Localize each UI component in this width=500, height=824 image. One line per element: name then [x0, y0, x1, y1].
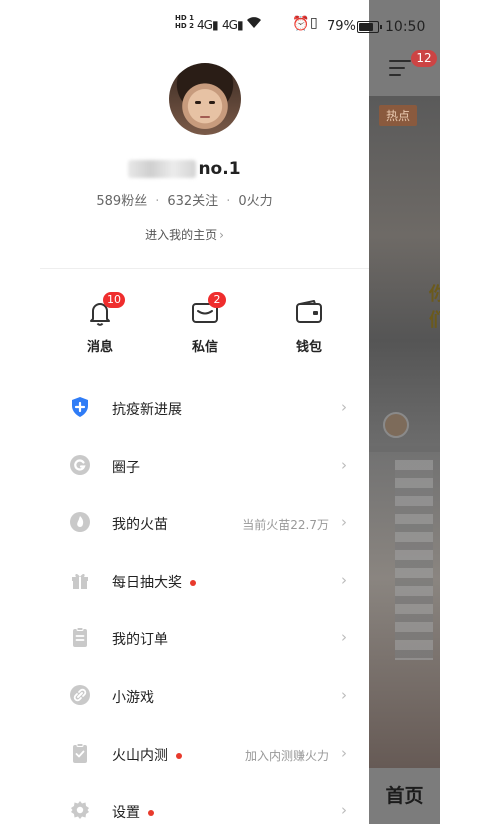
menu-item-daily-lottery[interactable]: 每日抽大奖 ›: [0, 553, 369, 611]
circle-icon: [69, 454, 91, 476]
game-link-icon: [69, 684, 91, 706]
chevron-right-icon: ›: [341, 628, 347, 647]
video-overlay-text: 你们: [429, 284, 440, 331]
chevron-right-icon: ›: [219, 228, 224, 242]
menu-item-label: 圈子: [112, 459, 140, 476]
menu-item-beta-test[interactable]: 火山内测 加入内测赚火力 ›: [0, 726, 369, 784]
following-count[interactable]: 632关注: [167, 194, 218, 209]
fans-count[interactable]: 589粉丝: [96, 194, 147, 209]
direct-messages-button[interactable]: 2 私信: [175, 292, 235, 355]
menu-item-mini-games[interactable]: 小游戏 ›: [0, 668, 369, 726]
chevron-right-icon: ›: [341, 743, 347, 762]
menu-item-label: 设置: [112, 802, 154, 822]
video-thumbnail-detail: [395, 460, 433, 660]
background-app[interactable]: 12 热点 你们 首页: [369, 0, 440, 824]
creator-avatar[interactable]: [383, 412, 409, 438]
signal-icon: 4G▮: [197, 18, 219, 32]
messages-label: 消息: [86, 340, 113, 355]
menu-list: 抗疫新进展 › 圈子 › 我的火苗 当前火苗22.7万 › 每日抽大奖 › 我的…: [0, 380, 369, 824]
fire-count[interactable]: 0火力: [238, 194, 272, 209]
signal-icon: 4G▮: [222, 18, 244, 32]
menu-item-epidemic[interactable]: 抗疫新进展 ›: [0, 380, 369, 438]
menu-item-settings[interactable]: 设置 ›: [0, 783, 369, 824]
username: no.1: [198, 158, 241, 179]
hamburger-menu-icon[interactable]: [389, 60, 411, 78]
vibrate-icon: ▯: [310, 15, 318, 31]
screen-edge: [440, 0, 500, 824]
hd-indicator: HD 1 HD 2: [175, 14, 194, 30]
menu-item-label: 抗疫新进展: [112, 402, 182, 418]
chevron-right-icon: ›: [341, 801, 347, 820]
profile-stats: 589粉丝 · 632关注 · 0火力: [96, 194, 273, 209]
battery-icon: [357, 21, 382, 33]
chevron-right-icon: ›: [341, 513, 347, 532]
messages-button[interactable]: 10 消息: [70, 292, 130, 355]
hot-tag: 热点: [379, 105, 418, 126]
clock: 10:50: [385, 19, 426, 35]
gear-icon: [69, 799, 91, 821]
new-dot: [190, 579, 196, 586]
wallet-button[interactable]: 钱包: [279, 298, 339, 355]
homepage-link[interactable]: 进入我的主页 ›: [0, 226, 369, 243]
new-dot: [176, 752, 182, 759]
menu-item-label: 我的订单: [112, 632, 168, 649]
divider: [40, 268, 369, 269]
beta-test-icon: [69, 742, 91, 764]
wifi-icon: [246, 15, 262, 33]
battery-percent: 79%: [327, 19, 356, 34]
tab-home[interactable]: 首页: [369, 768, 440, 824]
chevron-right-icon: ›: [341, 398, 347, 416]
shield-plus-icon: [69, 396, 91, 418]
menu-item-label: 火山内测: [112, 745, 182, 765]
menu-item-label: 我的火苗: [112, 517, 168, 534]
flame-icon: [69, 511, 91, 533]
beta-test-hint: 加入内测赚火力: [244, 748, 329, 763]
direct-messages-badge: 2: [208, 292, 226, 308]
chevron-right-icon: ›: [341, 685, 347, 704]
messages-badge: 10: [103, 292, 125, 308]
alarm-icon: ⏰: [292, 16, 310, 32]
new-dot: [148, 810, 154, 817]
menu-item-label: 小游戏: [112, 689, 154, 706]
avatar[interactable]: [169, 63, 241, 135]
menu-item-my-orders[interactable]: 我的订单 ›: [0, 610, 369, 668]
username-redacted: [128, 159, 197, 178]
gift-icon: [69, 569, 91, 591]
envelope-icon: 2: [190, 292, 226, 328]
video-card[interactable]: [369, 96, 440, 446]
screen: 12 热点 你们 首页 HD 1 HD 2 4G▮ 4G▮ ⏰ ▯ 79% 10:…: [0, 0, 500, 824]
menu-item-label: 每日抽大奖: [112, 572, 196, 592]
wallet-label: 钱包: [295, 340, 322, 355]
wallet-icon: [294, 298, 324, 328]
direct-messages-label: 私信: [191, 340, 218, 355]
flame-balance: 当前火苗22.7万: [242, 518, 329, 533]
menu-item-my-flame[interactable]: 我的火苗 当前火苗22.7万 ›: [0, 495, 369, 553]
bell-icon: 10: [85, 292, 125, 328]
chevron-right-icon: ›: [341, 455, 347, 474]
username-row[interactable]: no.1: [0, 158, 369, 179]
clipboard-icon: [69, 626, 91, 648]
chevron-right-icon: ›: [341, 570, 347, 589]
status-bar: HD 1 HD 2 4G▮ 4G▮ ⏰ ▯ 79% 10:50: [0, 0, 440, 56]
menu-item-circle[interactable]: 圈子 ›: [0, 438, 369, 496]
